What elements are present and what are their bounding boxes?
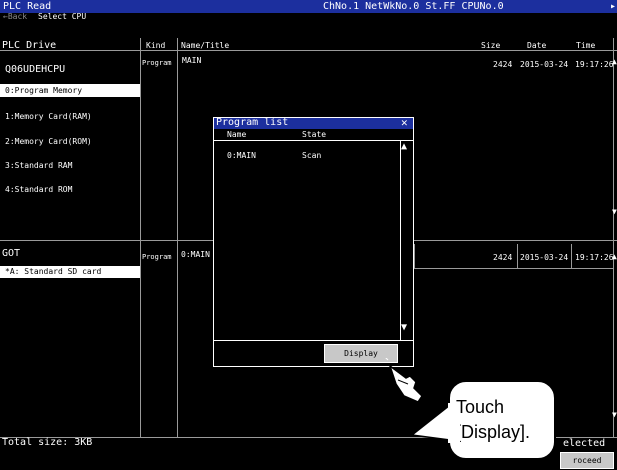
got-name[interactable]: GOT: [2, 248, 20, 259]
plc-cpu-name[interactable]: Q06UDEHCPU: [5, 64, 65, 75]
header-size: Size: [481, 41, 501, 50]
header-divider: [0, 50, 617, 51]
header-time: Time: [576, 41, 596, 50]
program-name: 0:MAIN: [227, 151, 256, 160]
header-kind: Kind: [146, 41, 166, 50]
callout-line-2: [Display].: [456, 422, 531, 442]
instruction-callout: Touch [Display].: [448, 380, 556, 460]
plc-row-kind: Program: [142, 59, 172, 67]
callout-pointer: [410, 403, 460, 443]
scroll-down-icon[interactable]: ▼: [612, 207, 617, 216]
drive-item-memory-card-rom[interactable]: 2:Memory Card(ROM): [5, 137, 92, 146]
title-bar: PLC Read ChNo.1 NetWkNo.0 St.FF CPUNo.0 …: [0, 0, 617, 13]
column-divider: [613, 38, 614, 438]
close-icon[interactable]: ✕: [401, 116, 408, 129]
drive-item-memory-card-ram[interactable]: 1:Memory Card(RAM): [5, 112, 92, 121]
cell-divider: [571, 244, 572, 269]
list-item[interactable]: 0:MAIN Scan: [214, 142, 400, 162]
scroll-up-icon[interactable]: ▲: [612, 57, 617, 66]
total-size: Total size: 3KB: [2, 437, 93, 448]
drive-item-standard-rom[interactable]: 4:Standard ROM: [5, 185, 72, 194]
scroll-down-icon[interactable]: ▼: [612, 410, 617, 419]
dialog-title-bar: Program list: [214, 117, 413, 129]
dialog-scrollbar-track[interactable]: [400, 140, 401, 340]
header-date: Date: [527, 41, 547, 50]
select-cpu-label: Select CPU: [38, 12, 87, 21]
got-row-date: 2015-03-24: [520, 253, 569, 262]
connection-info: ChNo.1 NetWkNo.0 St.FF CPUNo.0: [323, 1, 504, 12]
column-divider: [177, 38, 178, 438]
program-list-dialog: Program list ✕ Name State 0:MAIN Scan ▲ …: [213, 116, 414, 367]
back-button[interactable]: ←Back: [3, 12, 27, 21]
program-state: Scan: [302, 151, 322, 160]
cell-divider: [414, 244, 415, 269]
cell-divider: [414, 268, 614, 269]
selected-label: elected: [563, 438, 606, 449]
cell-divider: [517, 244, 518, 269]
got-row-size: 2424: [493, 253, 513, 262]
dialog-col-state: State: [302, 130, 327, 139]
plc-row-name[interactable]: MAIN: [182, 56, 201, 65]
dialog-title: Program list: [216, 117, 289, 128]
drive-item-program-memory[interactable]: 0:Program Memory: [0, 84, 140, 97]
scroll-up-icon[interactable]: ▲: [401, 141, 407, 152]
dialog-col-name: Name: [227, 130, 247, 139]
drive-item-sd-card[interactable]: *A: Standard SD card: [0, 266, 140, 278]
got-row-name[interactable]: 0:MAIN: [181, 250, 210, 259]
plc-row-date: 2015-03-24: [520, 60, 569, 69]
proceed-button[interactable]: roceed: [560, 452, 614, 469]
scroll-up-icon[interactable]: ▲: [612, 252, 617, 261]
dialog-footer-divider: [214, 340, 413, 341]
header-name-title: Name/Title: [181, 41, 230, 50]
column-divider: [140, 38, 141, 438]
toolbar: ←Back Select CPU: [0, 12, 617, 38]
plc-row-time: 19:17:26: [575, 60, 614, 69]
dialog-header-divider: [214, 140, 413, 141]
got-row-time: 19:17:26: [575, 253, 614, 262]
callout-line-1: Touch: [456, 397, 505, 417]
header-plc-drive: PLC Drive: [2, 40, 57, 51]
plc-row-size: 2424: [493, 60, 513, 69]
scroll-down-icon[interactable]: ▼: [401, 322, 407, 333]
got-row-kind: Program: [142, 253, 172, 261]
title-bar-arrow-icon: ▸: [610, 1, 617, 12]
drive-item-standard-ram[interactable]: 3:Standard RAM: [5, 161, 72, 170]
